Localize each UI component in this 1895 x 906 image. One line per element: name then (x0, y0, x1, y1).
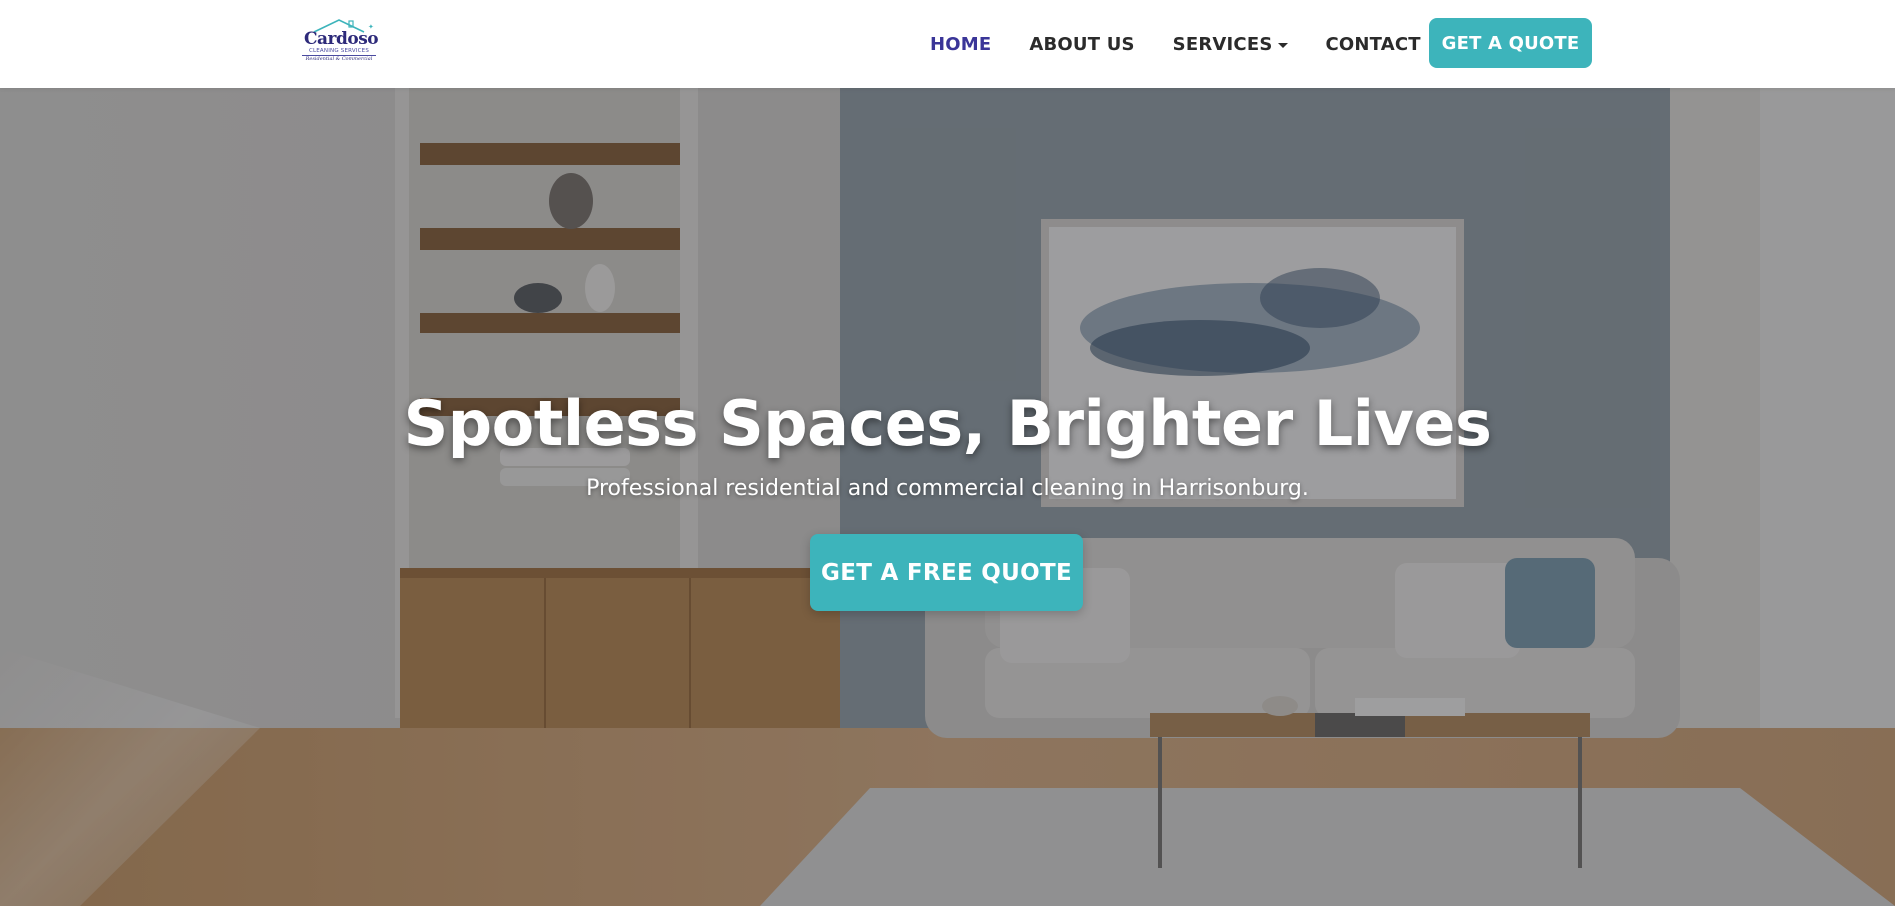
hero-subtitle: Professional residential and commercial … (586, 476, 1309, 501)
nav-about-us[interactable]: ABOUT US (1029, 34, 1134, 55)
nav-contact-label: CONTACT (1325, 33, 1421, 55)
logo-tagline: Residential & Commercial (305, 56, 373, 62)
brand-logo[interactable]: ✦ Cardoso CLEANING SERVICES Residential … (300, 18, 379, 66)
nav-contact[interactable]: CONTACT (1326, 34, 1421, 55)
top-navbar: ✦ Cardoso CLEANING SERVICES Residential … (0, 0, 1895, 88)
nav-services-label: SERVICES (1172, 33, 1273, 55)
hero-section: Spotless Spaces, Brighter Lives Professi… (0, 88, 1895, 906)
nav-home-label: HOME (930, 33, 992, 55)
get-free-quote-button[interactable]: GET A FREE QUOTE (810, 534, 1083, 611)
nav-about-us-label: ABOUT US (1029, 33, 1135, 55)
nav-home[interactable]: HOME (930, 34, 991, 55)
logo-wordmark: Cardoso (304, 29, 379, 49)
hero-title: Spotless Spaces, Brighter Lives (403, 387, 1492, 460)
logo-subtitle: CLEANING SERVICES (302, 48, 376, 56)
get-quote-button[interactable]: GET A QUOTE (1429, 18, 1592, 68)
nav-services-dropdown[interactable]: SERVICES (1173, 34, 1288, 55)
caret-down-icon (1277, 42, 1288, 48)
main-nav: HOME ABOUT US SERVICES CONTACT (930, 0, 1459, 88)
